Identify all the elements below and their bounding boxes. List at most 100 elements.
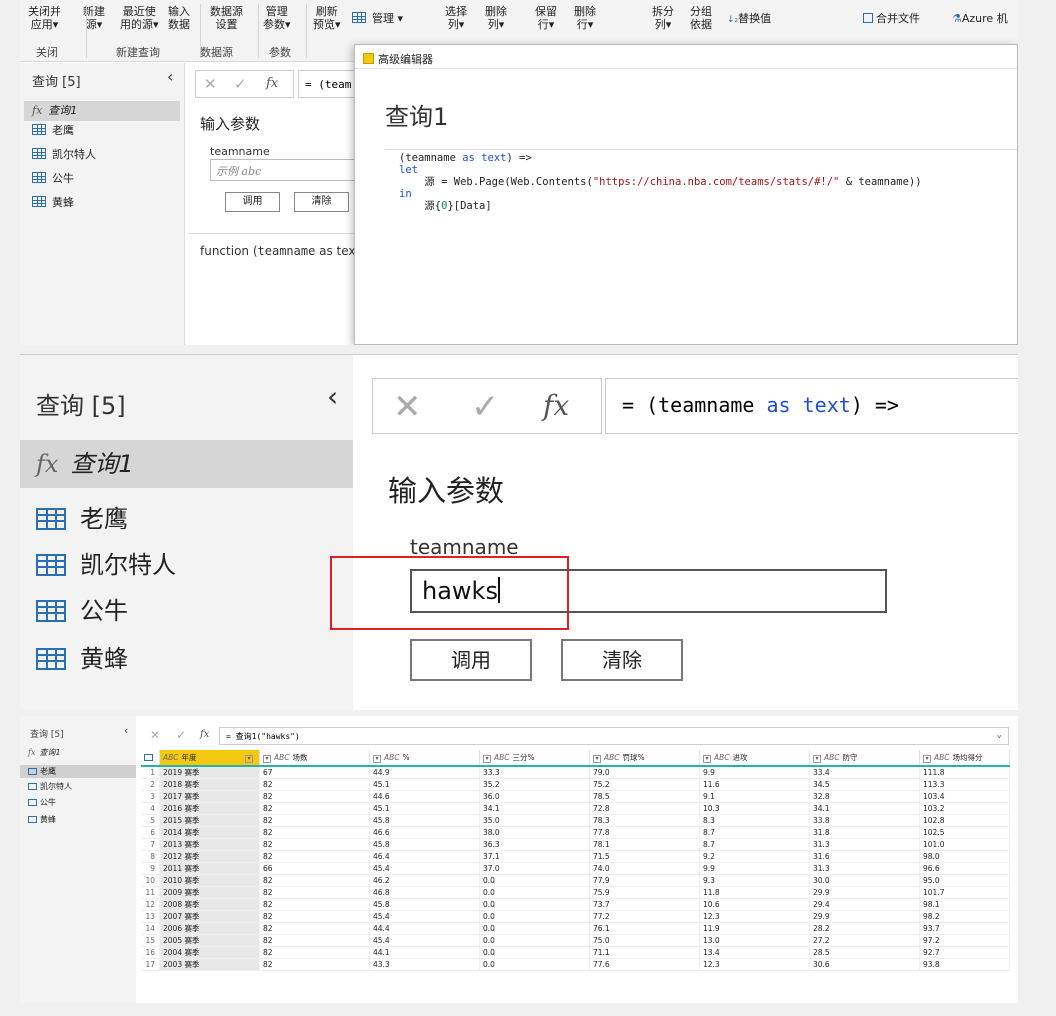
- table-row[interactable]: 7 2013 赛季 82 45.8 36.3 78.1 8.7 31.3 101.0: [141, 838, 1010, 851]
- query-item-function[interactable]: fx 查询1: [20, 746, 136, 759]
- column-header[interactable]: ▾ ABC%: [369, 750, 480, 767]
- query-item-table[interactable]: 凯尔特人: [20, 541, 353, 589]
- ribbon-button[interactable]: 保留 行▾: [535, 5, 557, 31]
- formula-input[interactable]: = 查询1("hawks") ⌄: [219, 727, 1009, 745]
- query-item-table[interactable]: 公牛: [24, 169, 180, 189]
- manage-button[interactable]: 管理 ▾: [352, 12, 403, 25]
- column-header[interactable]: ABC 年度 ▾: [159, 750, 260, 767]
- replace-values-button[interactable]: ↓₂替换值: [727, 12, 771, 27]
- fx-icon[interactable]: fx: [543, 389, 569, 422]
- azure-ml-button[interactable]: ⚗Azure 机: [952, 12, 1008, 25]
- table-cell: 82: [259, 826, 370, 839]
- collapse-chevron-icon[interactable]: ‹: [167, 67, 173, 86]
- confirm-icon[interactable]: ✓: [176, 728, 186, 742]
- table-row[interactable]: 16 2004 赛季 82 44.1 0.0 71.1 13.4 28.5 92.7: [141, 946, 1010, 959]
- column-header[interactable]: ▾ ABC 场数: [259, 750, 370, 767]
- table-cell: 2014 赛季: [159, 826, 260, 839]
- grid-corner[interactable]: [141, 750, 160, 767]
- column-filter-icon[interactable]: ▾: [703, 755, 711, 763]
- merge-files-button[interactable]: 合并文件: [863, 12, 920, 25]
- code-line: let: [399, 164, 418, 176]
- table-row[interactable]: 8 2012 赛季 82 46.4 37.1 71.5 9.2 31.6 98.0: [141, 850, 1010, 863]
- ribbon-button[interactable]: 拆分 列▾: [652, 5, 674, 31]
- table-icon: [28, 783, 37, 790]
- table-row[interactable]: 15 2005 赛季 82 45.4 0.0 75.0 13.0 27.2 97.2: [141, 934, 1010, 947]
- ribbon-button[interactable]: 删除 列▾: [485, 5, 507, 31]
- cancel-icon[interactable]: ✕: [204, 75, 217, 93]
- invoke-button[interactable]: 调用: [410, 639, 532, 681]
- ribbon-divider: [86, 4, 87, 58]
- table-cell: 45.1: [369, 802, 480, 815]
- query-item-table[interactable]: 公牛: [20, 587, 353, 635]
- table-row[interactable]: 2 2018 赛季 82 45.1 35.2 75.2 11.6 34.5 113.3: [141, 778, 1010, 791]
- clear-button[interactable]: 清除: [561, 639, 683, 681]
- column-filter-icon[interactable]: ▾: [483, 755, 491, 763]
- confirm-icon[interactable]: ✓: [234, 75, 247, 93]
- query-item-table[interactable]: 凯尔特人: [20, 780, 136, 793]
- table-row[interactable]: 14 2006 赛季 82 44.4 0.0 76.1 11.9 28.2 93.7: [141, 922, 1010, 935]
- table-row[interactable]: 5 2015 赛季 82 45.8 35.0 78.3 8.3 33.8 102.8: [141, 814, 1010, 827]
- query-item-table[interactable]: 黄蜂: [20, 635, 353, 683]
- query-item-table[interactable]: 老鹰: [20, 765, 136, 778]
- column-header[interactable]: ▾ ABC 三分%: [479, 750, 590, 767]
- column-header[interactable]: ▾ ABC 场均得分: [919, 750, 1010, 767]
- formula-input[interactable]: = (teamname as text) =>: [605, 378, 1018, 434]
- ribbon-button[interactable]: 输入 数据: [168, 5, 190, 31]
- column-header[interactable]: ▾ ABC 罚球%: [589, 750, 700, 767]
- column-filter-icon[interactable]: ▾: [263, 755, 271, 763]
- table-cell: 9.1: [699, 790, 810, 803]
- column-header[interactable]: ▾ ABC 进攻: [699, 750, 810, 767]
- query-item-table[interactable]: 黄蜂: [24, 193, 180, 213]
- table-row[interactable]: 10 2010 赛季 82 46.2 0.0 77.9 9.3 30.0 95.0: [141, 874, 1010, 887]
- table-cell: 98.2: [919, 910, 1010, 923]
- ribbon-button[interactable]: 删除 行▾: [574, 5, 596, 31]
- column-filter-icon[interactable]: ▾: [813, 755, 821, 763]
- table-row[interactable]: 1 2019 赛季 67 44.9 33.3 79.0 9.9 33.4 111.8: [141, 766, 1010, 779]
- table-cell: 31.6: [809, 850, 920, 863]
- cancel-icon[interactable]: ✕: [150, 728, 160, 742]
- cancel-icon[interactable]: ✕: [393, 387, 422, 427]
- table-row[interactable]: 6 2014 赛季 82 46.6 38.0 77.8 8.7 31.8 102.5: [141, 826, 1010, 839]
- query-item-table[interactable]: 黄蜂: [20, 813, 136, 826]
- ribbon-button[interactable]: 分组 依据: [690, 5, 712, 31]
- column-filter-icon[interactable]: ▾: [245, 755, 253, 763]
- table-row[interactable]: 9 2011 赛季 66 45.4 37.0 74.0 9.9 31.3 96.6: [141, 862, 1010, 875]
- query-item-table[interactable]: 老鹰: [24, 121, 180, 141]
- table-row[interactable]: 4 2016 赛季 82 45.1 34.1 72.8 10.3 34.1 103.2: [141, 802, 1010, 815]
- query-item-table[interactable]: 公牛: [20, 796, 136, 809]
- param-input[interactable]: 示例 abc: [210, 159, 370, 181]
- expand-chevron-icon[interactable]: ⌄: [997, 730, 1002, 740]
- column-filter-icon[interactable]: ▾: [593, 755, 601, 763]
- ribbon-button[interactable]: 管理 参数▾: [263, 5, 291, 31]
- ribbon-button[interactable]: 刷新 预览▾: [313, 5, 341, 31]
- query-item-function[interactable]: fx 查询1: [24, 101, 180, 121]
- table-row[interactable]: 3 2017 赛季 82 44.6 36.0 78.5 9.1 32.8 103.4: [141, 790, 1010, 803]
- collapse-chevron-icon[interactable]: ‹: [327, 380, 338, 413]
- column-filter-icon[interactable]: ▾: [373, 754, 381, 763]
- column-filter-icon[interactable]: ▾: [923, 755, 931, 763]
- table-row[interactable]: 17 2003 赛季 82 43.3 0.0 77.6 12.3 30.6 93.8: [141, 958, 1010, 971]
- query-item-function[interactable]: fx 查询1: [20, 440, 353, 488]
- confirm-icon[interactable]: ✓: [471, 387, 500, 427]
- table-cell: 78.5: [589, 790, 700, 803]
- query-item-table[interactable]: 老鹰: [20, 495, 353, 543]
- fx-icon[interactable]: fx: [266, 76, 278, 91]
- text-type-icon: ABC: [604, 753, 620, 762]
- invoke-button[interactable]: 调用: [225, 192, 280, 212]
- column-header[interactable]: ▾ ABC 防守: [809, 750, 920, 767]
- table-row[interactable]: 13 2007 赛季 82 45.4 0.0 77.2 12.3 29.9 98.2: [141, 910, 1010, 923]
- table-row[interactable]: 12 2008 赛季 82 45.8 0.0 73.7 10.6 29.4 98.1: [141, 898, 1010, 911]
- collapse-chevron-icon[interactable]: ‹: [124, 724, 128, 737]
- query-item-table[interactable]: 凯尔特人: [24, 145, 180, 165]
- table-row[interactable]: 11 2009 赛季 82 46.8 0.0 75.9 11.8 29.9 101.7: [141, 886, 1010, 899]
- function-icon: fx: [32, 104, 43, 117]
- table-cell: 10.3: [699, 802, 810, 815]
- row-number: 11: [141, 886, 160, 899]
- ribbon-button[interactable]: 关闭并 应用▾: [28, 5, 61, 31]
- ribbon-button[interactable]: 数据源 设置: [210, 5, 243, 31]
- ribbon-button[interactable]: 选择 列▾: [445, 5, 467, 31]
- ribbon-button[interactable]: 最近使 用的源▾: [120, 5, 159, 31]
- fx-icon[interactable]: fx: [200, 729, 209, 740]
- code-editor[interactable]: (teamname as text) => let 源 = Web.Page(We…: [385, 149, 1017, 269]
- clear-button[interactable]: 清除: [294, 192, 349, 212]
